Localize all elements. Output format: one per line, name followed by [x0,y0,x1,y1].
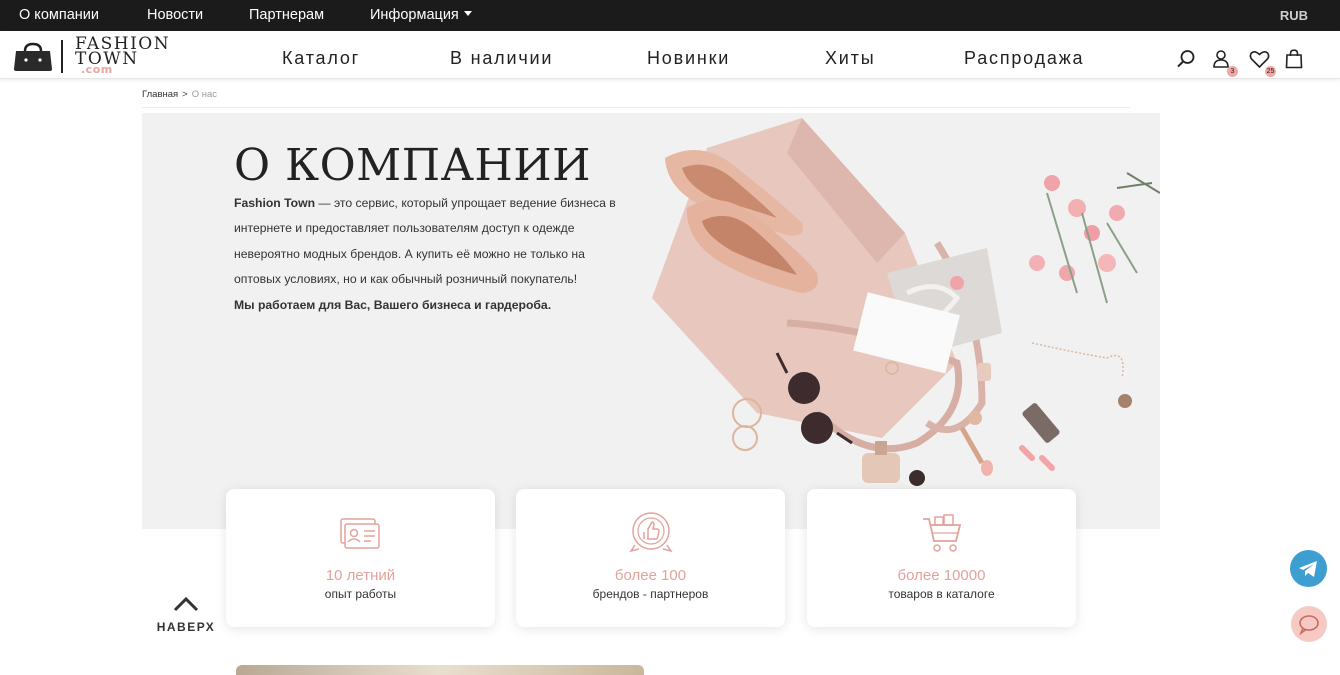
main-header: FASHION TOWN .com Каталог В наличии Нови… [0,31,1340,79]
cart-bag-icon[interactable] [1285,49,1303,74]
breadcrumb: Главная > О нас [142,89,217,100]
hero-brand: Fashion Town [234,196,316,210]
telegram-button[interactable] [1290,550,1327,587]
shopping-cart-icon [918,511,966,560]
telegram-icon [1299,561,1317,577]
top-bar: О компании Новости Партнерам Информация … [0,0,1340,31]
search-icon[interactable] [1176,49,1196,74]
chevron-up-icon [173,596,199,612]
nav-sale[interactable]: Распродажа [964,48,1084,69]
stat-value: более 10000 [897,567,986,584]
nav-in-stock[interactable]: В наличии [450,48,553,69]
stat-card-experience: 10 летний опыт работы [226,489,495,627]
topnav-info-dropdown[interactable]: Информация [370,7,472,23]
stat-value: 10 летний [325,567,396,584]
topnav-info-label: Информация [370,7,459,23]
hero-description: Fashion Town — это сервис, который упрощ… [234,191,634,318]
topnav-about[interactable]: О компании [19,7,99,23]
favorites-badge: 25 [1265,66,1276,77]
topnav-partners[interactable]: Партнерам [249,7,324,23]
breadcrumb-divider [142,107,1130,108]
back-to-top-label: НАВЕРХ [156,620,216,634]
caret-down-icon [463,10,472,16]
nav-new[interactable]: Новинки [647,48,730,69]
nav-catalog[interactable]: Каталог [282,48,360,69]
stat-value: более 100 [614,567,687,584]
logo-divider [61,40,63,73]
nav-hits[interactable]: Хиты [825,48,875,69]
profile-icon[interactable]: 3 [1212,49,1238,77]
profile-badge: 3 [1227,66,1238,77]
stat-card-brands: более 100 брендов - партнеров [516,489,785,627]
stat-label: опыт работы [324,587,397,601]
like-badge-icon [627,511,675,560]
id-card-icon [337,511,385,560]
breadcrumb-home[interactable]: Главная [142,89,178,100]
currency-selector[interactable]: RUB [1280,8,1308,23]
stat-card-products: более 10000 товаров в каталоге [807,489,1076,627]
bag-logo-icon [14,42,52,71]
breadcrumb-current: О нас [191,89,218,100]
page-title: О КОМПАНИИ [234,140,592,191]
stat-label: брендов - партнеров [592,587,709,601]
topnav-news[interactable]: Новости [147,7,203,23]
breadcrumb-separator: > [182,89,188,100]
site-logo[interactable]: FASHION TOWN .com [13,35,203,77]
back-to-top-button[interactable]: НАВЕРХ [150,596,222,634]
next-section-image [236,665,644,675]
stat-label: товаров в каталоге [888,587,995,601]
chat-button[interactable] [1291,606,1327,642]
about-hero: О КОМПАНИИ Fashion Town — это сервис, ко… [142,113,1160,529]
hero-tagline: Мы работаем для Вас, Вашего бизнеса и га… [234,297,552,312]
chat-bubble-icon [1299,615,1319,636]
favorites-heart-icon[interactable]: 25 [1249,49,1276,77]
hero-fashion-photo [652,118,1160,486]
logo-text-com: .com [81,63,113,76]
